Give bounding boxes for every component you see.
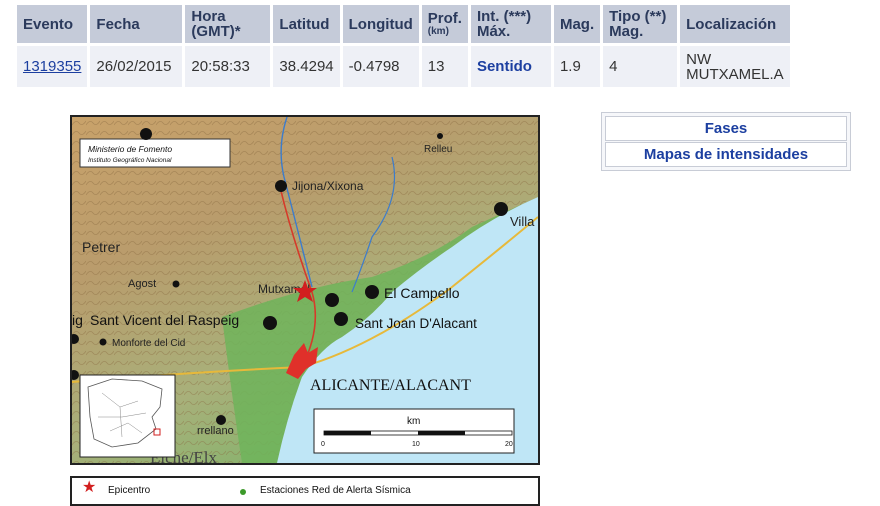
col-localizacion: Localización [680,5,791,43]
station-marker [334,312,348,326]
station-dot-icon [240,489,246,495]
col-int: Int. (***) Máx. [470,5,551,43]
place-crevillente: rrellano [197,425,234,437]
epicenter-map: Ministerio de Fomento Instituto Geográfi… [70,115,540,465]
scale-tick-10: 10 [412,441,420,448]
legend-epicentro: Epicentro [108,485,151,496]
cell-evento: 1319355 [17,46,88,87]
col-prof: Prof. (km) [421,5,468,43]
station-marker [140,128,152,140]
place-agost: Agost [128,278,156,290]
epicenter-star-icon: ★ [82,479,97,496]
col-mag-label: Mag. [559,15,595,33]
col-tipo: Tipo (**) Mag. [603,5,678,43]
place-monforte: Monforte del Cid [112,338,185,349]
event-table: Evento Fecha Hora (GMT)* Latitud Longitu… [14,2,793,90]
town-marker [437,133,443,139]
fases-link[interactable]: Fases [605,116,847,141]
event-id-link[interactable]: 1319355 [23,58,81,75]
scale-tick-0: 0 [321,441,325,448]
loc-line2: MUTXAMEL.A [686,65,784,83]
station-marker [494,202,508,216]
col-fecha: Fecha [90,5,183,43]
place-sant-joan: Sant Joan D'Alacant [355,316,477,331]
cell-hora: 20:58:33 [185,46,271,87]
table-header-row: Evento Fecha Hora (GMT)* Latitud Longitu… [17,5,791,43]
station-marker [216,415,226,425]
col-localizacion-label: Localización [686,15,777,33]
place-relleu: Relleu [424,144,452,155]
side-links-panel: Fases Mapas de intensidades [601,112,851,171]
col-mag: Mag. [553,5,601,43]
town-marker [99,338,107,346]
scale-tick-20: 20 [505,441,513,448]
table-row: 1319355 26/02/2015 20:58:33 38.4294 -0.4… [17,46,791,87]
col-longitud: Longitud [342,5,419,43]
station-marker [365,285,379,299]
place-sant-vicent: Sant Vicent del Raspeig [90,312,239,328]
place-petrer: Petrer [82,239,120,255]
place-alicante: ALICANTE/ALACANT [310,377,471,394]
col-longitud-label: Longitud [348,15,413,33]
col-fecha-label: Fecha [96,15,140,33]
map-legend: ★ Epicentro Estaciones Red de Alerta Sís… [70,476,540,506]
col-prof-unit: (km) [427,25,449,37]
place-villa: Villa [510,214,535,229]
col-int-sub: Máx. [476,23,511,40]
col-hora-sub: (GMT)* [191,23,241,40]
cell-longitud: -0.4798 [342,46,419,87]
place-fragment: ig [72,312,83,328]
cell-prof: 13 [421,46,468,87]
station-marker [325,293,339,307]
scale-bar-segment [418,431,465,435]
map-graphic: Ministerio de Fomento Instituto Geográfi… [72,117,538,463]
mapas-intensidades-link[interactable]: Mapas de intensidades [605,142,847,167]
legend-estaciones: Estaciones Red de Alerta Sísmica [260,485,411,496]
place-campello: El Campello [384,285,460,301]
cell-fecha: 26/02/2015 [90,46,183,87]
col-latitud: Latitud [273,5,340,43]
place-jijona: Jijona/Xixona [292,179,364,193]
scale-unit: km [407,416,420,427]
cell-tipo-mag: 4 [603,46,678,87]
station-marker [275,180,287,192]
col-tipo-sub: Mag. [609,23,644,40]
col-prof-label: Prof. [427,9,462,27]
cell-int-max: Sentido [470,46,551,87]
credit-line1: Ministerio de Fomento [88,144,172,154]
cell-localizacion: NW MUTXAMEL.A [680,46,791,87]
station-marker [263,316,277,330]
scale-bar-segment [324,431,371,435]
col-evento-label: Evento [23,15,74,33]
col-evento: Evento [17,5,88,43]
col-hora: Hora (GMT)* [185,5,271,43]
credit-line2: Instituto Geográfico Nacional [88,157,172,164]
cell-mag: 1.9 [553,46,601,87]
col-latitud-label: Latitud [279,15,330,33]
town-marker [172,280,180,288]
cell-latitud: 38.4294 [273,46,340,87]
